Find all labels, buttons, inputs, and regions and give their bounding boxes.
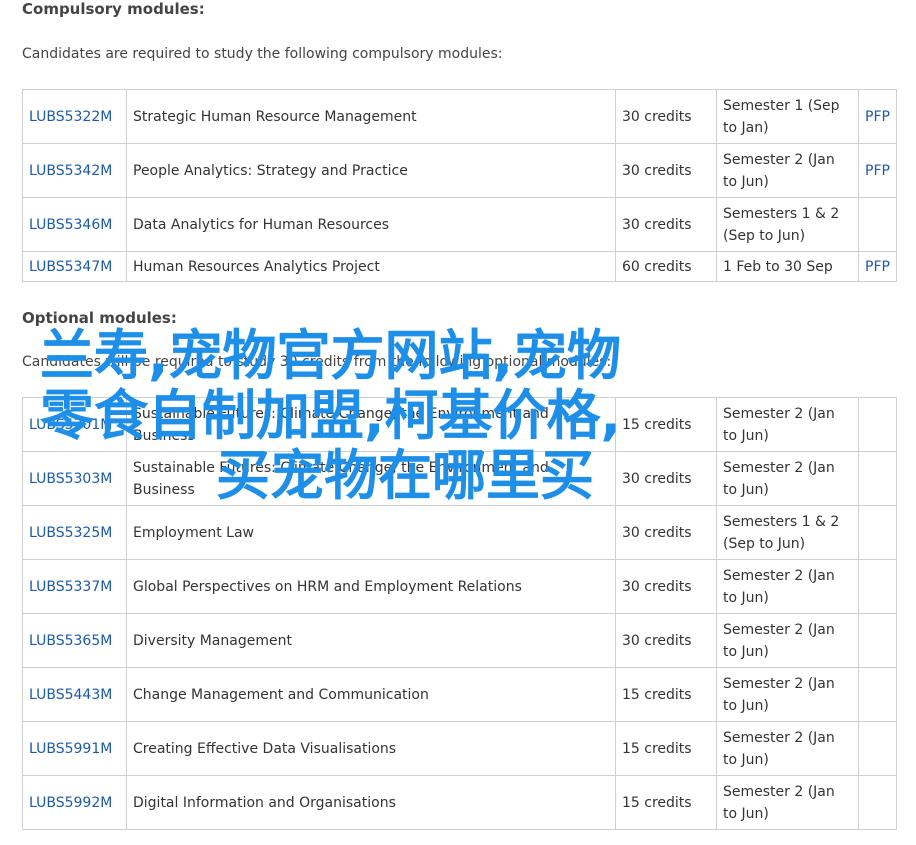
module-spec-cell: PFP [858, 143, 897, 198]
module-semester: Semesters 1 & 2 (Sep to Jun) [716, 197, 859, 252]
module-semester: Semester 2 (Jan to Jun) [716, 559, 859, 614]
module-semester: Semester 2 (Jan to Jun) [716, 613, 859, 668]
module-semester: Semester 2 (Jan to Jun) [716, 397, 859, 452]
module-credits: 30 credits [615, 143, 717, 198]
module-row: LUBS5322M Strategic Human Resource Manage… [22, 89, 897, 144]
module-spec-cell [858, 397, 897, 452]
module-semester: Semesters 1 & 2 (Sep to Jun) [716, 505, 859, 560]
compulsory-modules-table: LUBS5322M Strategic Human Resource Manage… [22, 89, 897, 282]
optional-intro: Candidates will be required to study 30 … [22, 354, 612, 370]
module-title: Data Analytics for Human Resources [126, 197, 616, 252]
module-row: LUBS5346M Data Analytics for Human Resour… [22, 197, 897, 252]
module-code-link[interactable]: LUBS5991M [29, 741, 112, 757]
module-code-link[interactable]: LUBS5365M [29, 633, 112, 649]
module-row: LUBS5303M Sustainable Futures: Climate Ch… [22, 451, 897, 506]
module-spec-cell [858, 505, 897, 560]
module-code-link[interactable]: LUBS5342M [29, 163, 112, 179]
compulsory-heading: Compulsory modules: [22, 0, 205, 18]
module-semester: Semester 2 (Jan to Jun) [716, 721, 859, 776]
module-spec-cell [858, 559, 897, 614]
module-spec-cell: PFP [858, 251, 897, 282]
module-title: Human Resources Analytics Project [126, 251, 616, 282]
module-title: Diversity Management [126, 613, 616, 668]
module-code-cell: LUBS5347M [22, 251, 127, 282]
module-spec-cell [858, 613, 897, 668]
module-spec-cell: PFP [858, 89, 897, 144]
pfp-link[interactable]: PFP [865, 163, 890, 179]
module-code-link[interactable]: LUBS5347M [29, 259, 112, 275]
module-row: LUBS5301M Sustainable Futures: Climate Ch… [22, 397, 897, 452]
module-semester: Semester 2 (Jan to Jun) [716, 667, 859, 722]
module-title: Sustainable Futures: Climate Change, the… [126, 451, 616, 506]
optional-heading: Optional modules: [22, 309, 177, 327]
module-code-link[interactable]: LUBS5303M [29, 471, 112, 487]
module-credits: 15 credits [615, 775, 717, 830]
module-semester: Semester 2 (Jan to Jun) [716, 143, 859, 198]
module-code-cell: LUBS5443M [22, 667, 127, 722]
module-row: LUBS5991M Creating Effective Data Visuali… [22, 721, 897, 776]
module-title: Global Perspectives on HRM and Employmen… [126, 559, 616, 614]
module-code-cell: LUBS5346M [22, 197, 127, 252]
module-code-link[interactable]: LUBS5992M [29, 795, 112, 811]
module-code-cell: LUBS5342M [22, 143, 127, 198]
module-credits: 30 credits [615, 505, 717, 560]
module-code-cell: LUBS5365M [22, 613, 127, 668]
module-semester: Semester 1 (Sep to Jan) [716, 89, 859, 144]
module-spec-cell [858, 667, 897, 722]
module-code-cell: LUBS5991M [22, 721, 127, 776]
module-row: LUBS5992M Digital Information and Organis… [22, 775, 897, 830]
module-code-link[interactable]: LUBS5301M [29, 417, 112, 433]
module-title: Sustainable Futures: Climate Change, the… [126, 397, 616, 452]
module-code-cell: LUBS5992M [22, 775, 127, 830]
module-code-cell: LUBS5301M [22, 397, 127, 452]
compulsory-intro: Candidates are required to study the fol… [22, 46, 503, 62]
module-row: LUBS5342M People Analytics: Strategy and … [22, 143, 897, 198]
module-spec-cell [858, 775, 897, 830]
module-title: Change Management and Communication [126, 667, 616, 722]
module-title: People Analytics: Strategy and Practice [126, 143, 616, 198]
module-code-cell: LUBS5322M [22, 89, 127, 144]
module-row: LUBS5325M Employment Law 30 credits Semeste… [22, 505, 897, 560]
module-credits: 15 credits [615, 397, 717, 452]
module-row: LUBS5443M Change Management and Communica… [22, 667, 897, 722]
module-code-link[interactable]: LUBS5337M [29, 579, 112, 595]
module-credits: 60 credits [615, 251, 717, 282]
module-title: Creating Effective Data Visualisations [126, 721, 616, 776]
module-code-link[interactable]: LUBS5325M [29, 525, 112, 541]
optional-modules-table: LUBS5301M Sustainable Futures: Climate Ch… [22, 397, 897, 830]
module-title: Employment Law [126, 505, 616, 560]
module-title: Digital Information and Organisations [126, 775, 616, 830]
module-row: LUBS5365M Diversity Management 30 credits S… [22, 613, 897, 668]
module-code-link[interactable]: LUBS5322M [29, 109, 112, 125]
module-semester: Semester 2 (Jan to Jun) [716, 775, 859, 830]
module-semester: Semester 2 (Jan to Jun) [716, 451, 859, 506]
pfp-link[interactable]: PFP [865, 259, 890, 275]
module-credits: 30 credits [615, 451, 717, 506]
module-code-cell: LUBS5303M [22, 451, 127, 506]
module-semester: 1 Feb to 30 Sep [716, 251, 859, 282]
module-spec-cell [858, 451, 897, 506]
module-credits: 30 credits [615, 559, 717, 614]
module-spec-cell [858, 721, 897, 776]
module-credits: 30 credits [615, 89, 717, 144]
module-code-link[interactable]: LUBS5443M [29, 687, 112, 703]
module-credits: 30 credits [615, 197, 717, 252]
module-credits: 15 credits [615, 721, 717, 776]
module-code-cell: LUBS5325M [22, 505, 127, 560]
module-row: LUBS5347M Human Resources Analytics Proje… [22, 251, 897, 282]
module-spec-cell [858, 197, 897, 252]
pfp-link[interactable]: PFP [865, 109, 890, 125]
module-credits: 30 credits [615, 613, 717, 668]
module-row: LUBS5337M Global Perspectives on HRM and … [22, 559, 897, 614]
module-title: Strategic Human Resource Management [126, 89, 616, 144]
module-page: Compulsory modules: Candidates are requi… [0, 0, 916, 845]
module-code-cell: LUBS5337M [22, 559, 127, 614]
module-credits: 15 credits [615, 667, 717, 722]
module-code-link[interactable]: LUBS5346M [29, 217, 112, 233]
